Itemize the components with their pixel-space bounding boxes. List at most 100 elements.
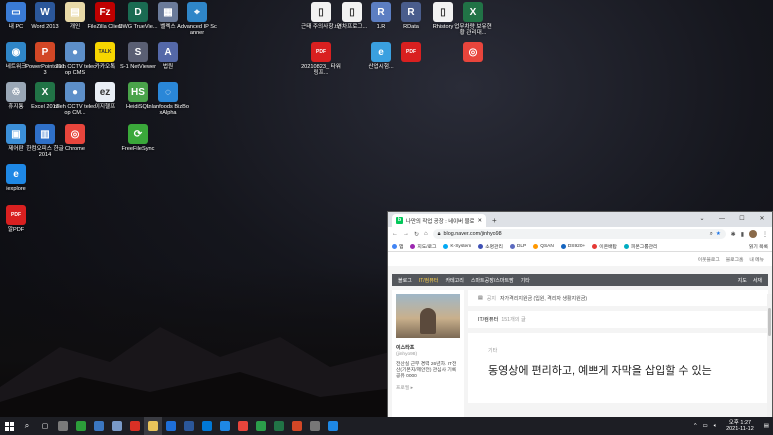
bookmark-item[interactable]: 소명관리 bbox=[478, 243, 503, 250]
bookmark-item[interactable]: K-System bbox=[443, 243, 471, 249]
bookmark-item[interactable]: QSAN bbox=[533, 243, 554, 249]
scrollbar-thumb[interactable] bbox=[768, 308, 771, 336]
maximize-button[interactable]: ☐ bbox=[732, 212, 752, 227]
volume-icon[interactable]: 🔈︎ bbox=[711, 423, 720, 430]
app-icon: HS bbox=[128, 82, 148, 102]
blog-top-link[interactable]: 내 메뉴 bbox=[749, 256, 764, 263]
close-button[interactable]: ✕ bbox=[752, 212, 772, 227]
desktop-icon[interactable]: PDF bbox=[391, 42, 431, 86]
blog-nav-item[interactable]: IT/컴퓨터 bbox=[419, 277, 439, 284]
url-input[interactable]: 🔒︎ blog.naver.com/jinhyo98 ⌕ ★ bbox=[432, 229, 726, 239]
desktop-icon-label: 20210823_ 타워링프... bbox=[301, 64, 341, 77]
taskbar-app-button[interactable] bbox=[72, 417, 90, 435]
profile-name: 이스타프 bbox=[396, 345, 415, 351]
desktop-icon[interactable]: ⌖ Advanced IP Scanner bbox=[177, 2, 217, 46]
clock[interactable]: 오후 1:27 2021-11-12 bbox=[720, 420, 760, 433]
taskbar-app-button[interactable] bbox=[180, 417, 198, 435]
app-icon: R bbox=[401, 2, 421, 22]
post-title[interactable]: 동영상에 편리하고, 예쁘게 자막을 삽입할 수 있는 bbox=[488, 362, 748, 378]
taskbar-app-button[interactable] bbox=[108, 417, 126, 435]
blog-nav-item[interactable]: 카테고리 bbox=[445, 277, 463, 284]
extensions-icon[interactable]: ✱ bbox=[731, 231, 736, 238]
desktop-icon[interactable]: ◌ Inlanfoods BizBoxAlpha bbox=[147, 82, 189, 126]
reading-list-button[interactable]: 읽기 목록 bbox=[749, 243, 768, 250]
taskbar-app-button[interactable] bbox=[90, 417, 108, 435]
sidebar-icon[interactable]: ▮ bbox=[741, 231, 744, 238]
app-icon: A bbox=[158, 42, 178, 62]
taskbar-app-button[interactable] bbox=[162, 417, 180, 435]
desktop-icon[interactable]: ◎ bbox=[453, 42, 493, 86]
taskbar-app-button[interactable] bbox=[144, 417, 162, 435]
app-icon: e bbox=[6, 164, 26, 184]
taskbar-app-button[interactable] bbox=[54, 417, 72, 435]
search-icon[interactable]: ⌕ bbox=[18, 417, 36, 435]
tray-chevron-icon[interactable]: ^ bbox=[691, 423, 700, 429]
window-controls: ⌄ — ☐ ✕ bbox=[692, 212, 772, 227]
taskbar-app-button[interactable] bbox=[288, 417, 306, 435]
chrome-window[interactable]: b 나만의 작업 공장 : 네이버 블로그 ✕ + ⌄ — ☐ ✕ ← → ↻ … bbox=[387, 211, 773, 418]
bookmark-item[interactable]: 앱 bbox=[392, 243, 403, 250]
reload-icon[interactable]: ↻ bbox=[414, 231, 419, 238]
taskbar-app-button[interactable] bbox=[252, 417, 270, 435]
blog-top-link[interactable]: 이웃블로그 bbox=[698, 256, 720, 263]
desktop-icon[interactable]: A 법원 bbox=[148, 42, 188, 86]
zoom-icon[interactable]: ⌕ bbox=[710, 231, 713, 238]
desktop-icon[interactable]: ⟳ FreeFileSync bbox=[118, 124, 158, 168]
taskbar-app-button[interactable] bbox=[198, 417, 216, 435]
profile-link[interactable]: 프로필 ▸ bbox=[396, 384, 460, 391]
blog-nav-item[interactable]: 블로그 bbox=[398, 277, 412, 284]
bookmark-label: 소명관리 bbox=[485, 244, 503, 250]
taskbar-app-button[interactable] bbox=[126, 417, 144, 435]
taskbar-app-button[interactable] bbox=[234, 417, 252, 435]
chevron-down-icon[interactable]: ⌄ bbox=[692, 212, 712, 227]
notice-text[interactable]: 자가격리지원금 (입원, 격리자 생활지원금) bbox=[500, 295, 587, 302]
bookmark-icon bbox=[509, 243, 515, 249]
task-view-icon[interactable]: ▢ bbox=[36, 417, 54, 435]
taskbar-app-button[interactable] bbox=[324, 417, 342, 435]
notice-row[interactable]: ▤ 공지 자가격리지원금 (입원, 격리자 생활지원금) bbox=[468, 290, 768, 306]
tab-naver-blog[interactable]: b 나만의 작업 공장 : 네이버 블로그 ✕ bbox=[392, 214, 486, 227]
bookmark-item[interactable]: 이온배탑 bbox=[592, 243, 617, 250]
taskbar-app-button[interactable] bbox=[216, 417, 234, 435]
network-icon[interactable]: ▭ bbox=[700, 423, 711, 429]
taskbar-app-icon bbox=[76, 421, 86, 431]
url-text: blog.naver.com/jinhyo98 bbox=[443, 231, 502, 237]
star-icon[interactable]: ★ bbox=[716, 231, 721, 237]
taskbar-app-icon bbox=[202, 421, 212, 431]
bookmark-item[interactable]: 피몬그룹관리 bbox=[623, 243, 657, 250]
notification-icon[interactable]: ▤ bbox=[760, 423, 773, 429]
blog-nav-item[interactable]: 스마트공장/스마트팜 bbox=[471, 277, 514, 284]
page-scrollbar[interactable] bbox=[767, 294, 772, 417]
back-icon[interactable]: ← bbox=[392, 231, 398, 237]
blog-top-link[interactable]: 블로그홈 bbox=[726, 256, 744, 263]
home-icon[interactable]: ⌂ bbox=[424, 231, 428, 237]
bookmark-label: 지도/로그 bbox=[417, 244, 437, 250]
forward-icon[interactable]: → bbox=[403, 231, 409, 237]
desktop-icon[interactable]: e iexplore bbox=[0, 164, 36, 208]
blog-nav-item[interactable]: 기타 bbox=[521, 277, 530, 284]
desktop-icon[interactable]: PDF 알PDF bbox=[0, 205, 36, 249]
bookmark-item[interactable]: DLP bbox=[509, 243, 526, 249]
desktop-icon[interactable]: ◎ Chrome bbox=[55, 124, 95, 168]
blog-nav-right-item[interactable]: 서재 bbox=[753, 277, 762, 284]
bookmarks-bar: 앱 지도/로그 K-System 소명관리 DLP QSAN DS920+ 이온배탑 피몬그룹관… bbox=[388, 241, 772, 252]
blog-nav-right-item[interactable]: 지도 bbox=[738, 277, 747, 284]
desktop-icon-label: Chrome bbox=[65, 146, 85, 152]
close-tab-icon[interactable]: ✕ bbox=[477, 218, 482, 224]
blog-nav: 블로그 IT/컴퓨터 카테고리 스마트공장/스마트팜 기타 지도 서재 bbox=[392, 274, 768, 286]
avatar[interactable] bbox=[749, 230, 757, 238]
bookmark-item[interactable]: DS920+ bbox=[560, 243, 585, 249]
desktop-icon[interactable]: PDF 20210823_ 타워링프... bbox=[301, 42, 341, 86]
taskbar-app-button[interactable] bbox=[270, 417, 288, 435]
desktop-icon[interactable]: X 업무차량 보유현황 관리대... bbox=[453, 2, 493, 46]
new-tab-button[interactable]: + bbox=[486, 214, 503, 227]
taskbar-app-button[interactable] bbox=[306, 417, 324, 435]
post-card[interactable]: 기타 동영상에 편리하고, 예쁘게 자막을 삽입할 수 있는 bbox=[468, 333, 768, 403]
start-button[interactable] bbox=[0, 417, 18, 435]
profile-image[interactable] bbox=[396, 294, 460, 338]
minimize-button[interactable]: — bbox=[712, 212, 732, 227]
app-icon: TALK bbox=[95, 42, 115, 62]
menu-icon[interactable]: ⋮ bbox=[762, 231, 768, 238]
blog-content: ▤ 공지 자가격리지원금 (입원, 격리자 생활지원금) IT/컴퓨터 151개… bbox=[468, 290, 768, 417]
bookmark-item[interactable]: 지도/로그 bbox=[410, 243, 436, 250]
